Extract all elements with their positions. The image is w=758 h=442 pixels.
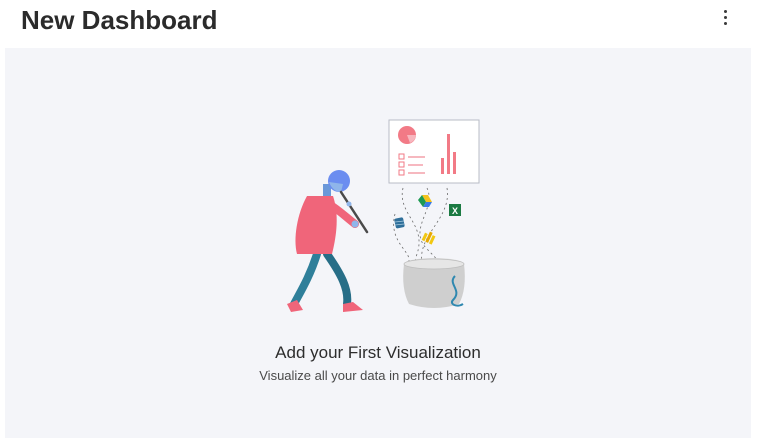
empty-state-subtitle: Visualize all your data in perfect harmo… [259, 368, 497, 383]
power-bi-icon [421, 231, 436, 245]
more-options-icon[interactable] [720, 10, 730, 28]
google-drive-icon [418, 195, 432, 207]
svg-text:X: X [452, 206, 458, 216]
dashboard-canvas[interactable]: X Add your First Visualization Visualize… [5, 48, 751, 438]
dashboard-title[interactable]: New Dashboard [21, 3, 218, 37]
excel-icon: X [449, 204, 461, 216]
empty-state-title: Add your First Visualization [275, 343, 481, 362]
dashboard-page: New Dashboard X Add your First Visualiza… [0, 0, 758, 442]
person-illustration [287, 170, 369, 312]
empty-state-illustration: X [287, 119, 480, 312]
chart-board-icon [388, 119, 480, 184]
data-basket-icon [403, 258, 465, 308]
database-icon [394, 217, 405, 229]
dashboard-header: New Dashboard [0, 0, 758, 46]
